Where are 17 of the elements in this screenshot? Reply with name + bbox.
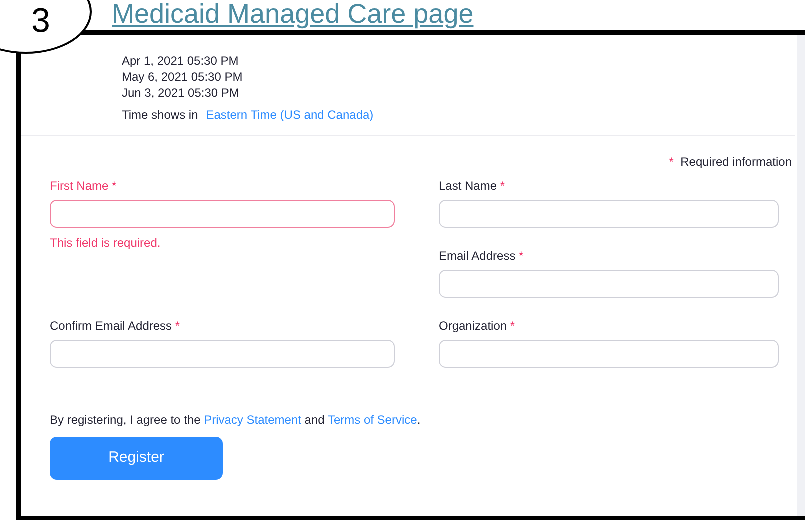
error-message: This field is required. xyxy=(50,235,162,252)
timezone-label: Time shows in xyxy=(122,108,198,122)
required-note: * Required information xyxy=(669,155,792,169)
register-button[interactable]: Register xyxy=(50,437,223,480)
terms-link[interactable]: Terms of Service xyxy=(328,413,418,427)
session-time: Apr 1, 2021 05:30 PM xyxy=(122,53,240,69)
heading-link[interactable]: Medicaid Managed Care page xyxy=(112,0,474,30)
field-label: Confirm Email Address * xyxy=(50,319,182,333)
privacy-link[interactable]: Privacy Statement xyxy=(204,413,302,427)
field-label: First Name * xyxy=(50,179,118,193)
session-time: Jun 3, 2021 05:30 PM xyxy=(122,85,240,101)
field-label: Organization * xyxy=(439,319,516,333)
agreement-text: By registering, I agree to the Privacy Statement and Terms of Service. xyxy=(49,412,422,429)
field-label: Last Name * xyxy=(439,179,506,193)
field-label: Email Address * xyxy=(439,249,525,263)
session-time: May 6, 2021 05:30 PM xyxy=(122,69,244,85)
timezone-link[interactable]: Eastern Time (US and Canada) xyxy=(206,108,374,122)
